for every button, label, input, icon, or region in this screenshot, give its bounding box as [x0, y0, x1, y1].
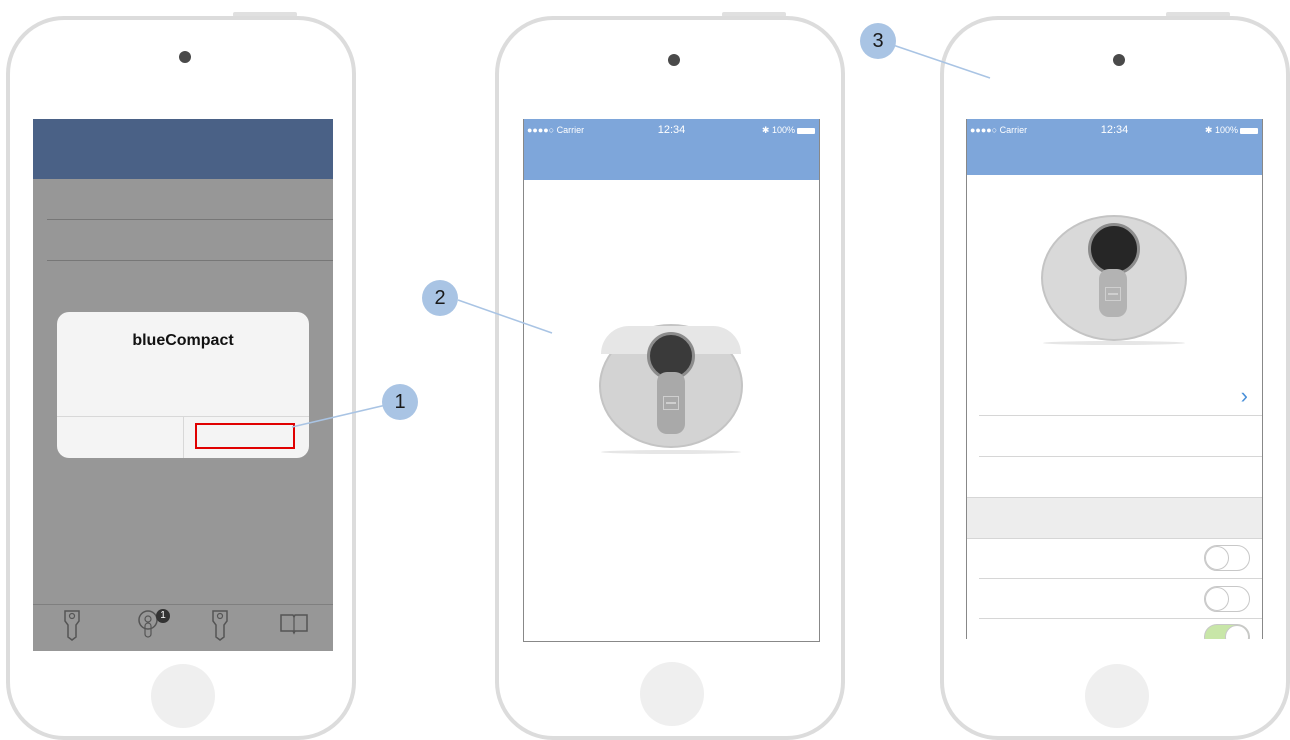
callout-leader-lines — [291, 43, 991, 428]
callout-1: 1 — [382, 384, 418, 420]
callout-2: 2 — [422, 280, 458, 316]
callout-3: 3 — [860, 23, 896, 59]
